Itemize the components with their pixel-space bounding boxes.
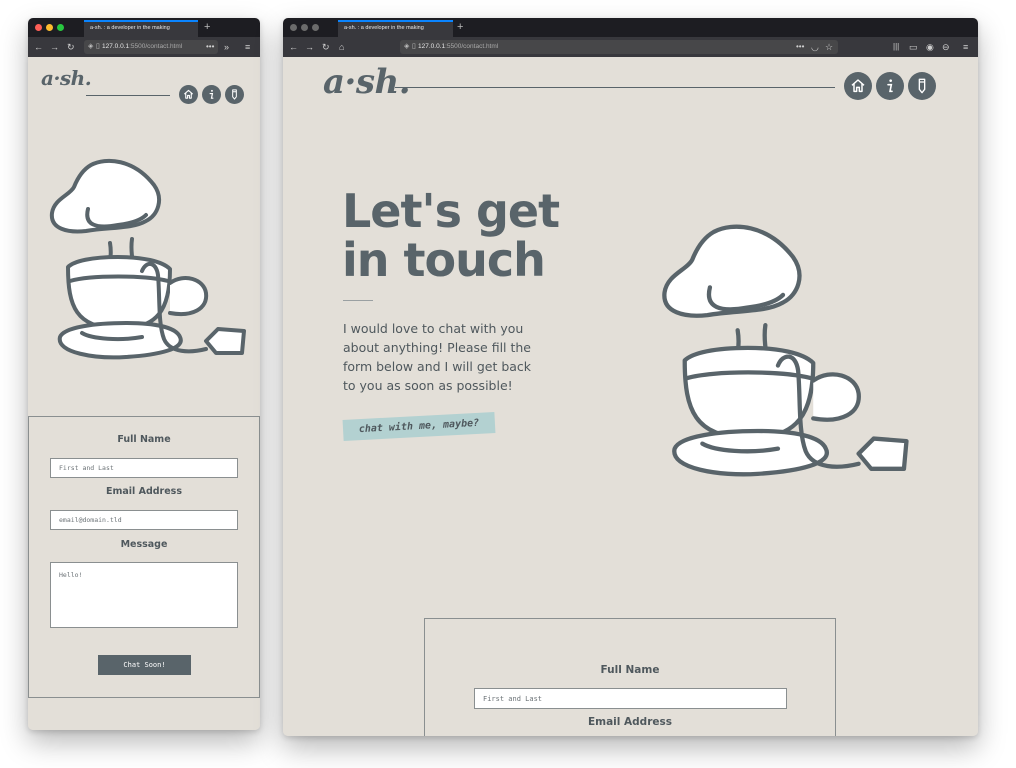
tab-bar: a-sh. : a developer in the making + <box>28 18 260 37</box>
window-controls <box>35 24 64 31</box>
tab-bar: a-sh. : a developer in the making + <box>283 18 978 37</box>
shield-icon: ◈ <box>88 43 94 50</box>
name-input[interactable]: First and Last <box>474 688 787 709</box>
extension-icon[interactable]: ◉ <box>926 37 934 57</box>
zoom-light[interactable] <box>312 24 319 31</box>
page-content: a·sh. Full Name First and Last Email Add… <box>28 57 260 730</box>
message-textarea[interactable]: Hello! <box>50 562 238 628</box>
title-divider <box>343 300 373 301</box>
teacup-illustration <box>662 224 909 477</box>
page-icon: ▯ <box>412 43 416 50</box>
back-icon[interactable]: ← <box>34 37 43 57</box>
nav-contact-button[interactable] <box>225 85 244 104</box>
contact-form: Full Name First and Last Email Address e… <box>28 416 260 698</box>
back-icon[interactable]: ← <box>289 37 298 57</box>
zoom-light[interactable] <box>57 24 64 31</box>
home-nav-icon[interactable]: ⌂ <box>339 37 344 57</box>
menu-icon[interactable]: ≡ <box>245 37 250 57</box>
name-label: Full Name <box>600 664 660 676</box>
home-icon <box>184 89 193 99</box>
nav-contact-button[interactable] <box>908 72 936 100</box>
nav-info-button[interactable] <box>876 72 904 100</box>
site-logo[interactable]: a·sh. <box>41 66 92 90</box>
contact-form: Full Name First and Last Email Address <box>424 618 836 736</box>
page-title: Let's get in touch <box>342 184 560 287</box>
name-label: Full Name <box>117 434 171 445</box>
pencil-icon <box>232 89 237 100</box>
more-icon[interactable]: ••• <box>206 37 214 57</box>
close-light[interactable] <box>290 24 297 31</box>
info-icon <box>209 89 214 99</box>
browser-window-desktop: a-sh. : a developer in the making + ← → … <box>283 18 978 736</box>
email-label: Email Address <box>587 716 672 728</box>
account-icon[interactable]: ⊖ <box>942 37 950 57</box>
url-bar[interactable]: ◈ ▯ 127.0.0.1:5500/contact.html <box>84 40 218 54</box>
info-icon <box>887 79 893 93</box>
library-icon[interactable]: ||| <box>893 37 899 57</box>
browser-window-mobile: a-sh. : a developer in the making + ← → … <box>28 18 260 730</box>
url-bar[interactable]: ◈ ▯ 127.0.0.1:5500/contact.html <box>400 40 838 54</box>
page-content: a·sh. Let's get in touch I would love to… <box>283 57 978 736</box>
sidebar-icon[interactable]: ▭ <box>909 37 918 57</box>
more-icon[interactable]: ••• <box>796 37 804 57</box>
site-logo[interactable]: a·sh. <box>323 62 411 102</box>
nav-bar: ← → ↻ ⌂ ◈ ▯ 127.0.0.1:5500/contact.html … <box>283 37 978 57</box>
header-rule <box>395 87 835 88</box>
header-rule <box>86 95 170 96</box>
email-input[interactable]: email@domain.tld <box>50 510 238 530</box>
message-label: Message <box>120 539 168 550</box>
window-controls <box>290 24 319 31</box>
email-label: Email Address <box>105 486 182 497</box>
tab-contact[interactable]: a-sh. : a developer in the making <box>338 20 453 37</box>
shield-icon: ◈ <box>404 43 410 50</box>
intro-text: I would love to chat with you about anyt… <box>343 321 532 393</box>
nav-info-button[interactable] <box>202 85 221 104</box>
menu-icon[interactable]: ≡ <box>963 37 968 57</box>
pencil-icon <box>918 78 926 94</box>
page-icon: ▯ <box>96 43 100 50</box>
reload-icon[interactable]: ↻ <box>67 37 75 57</box>
close-light[interactable] <box>35 24 42 31</box>
reload-icon[interactable]: ↻ <box>322 37 330 57</box>
nav-home-button[interactable] <box>844 72 872 100</box>
name-input[interactable]: First and Last <box>50 458 238 478</box>
new-tab-icon[interactable]: + <box>204 20 210 35</box>
overflow-icon[interactable]: » <box>224 37 229 57</box>
minimize-light[interactable] <box>301 24 308 31</box>
nav-bar: ← → ↻ ◈ ▯ 127.0.0.1:5500/contact.html ••… <box>28 37 260 57</box>
submit-button[interactable]: Chat Soon! <box>98 655 191 675</box>
forward-icon[interactable]: → <box>305 37 314 57</box>
tab-contact[interactable]: a-sh. : a developer in the making <box>84 20 198 37</box>
teacup-illustration <box>49 158 246 360</box>
forward-icon[interactable]: → <box>50 37 59 57</box>
minimize-light[interactable] <box>46 24 53 31</box>
bookmark-star-icon[interactable]: ☆ <box>825 37 833 57</box>
home-icon <box>851 79 865 93</box>
pocket-icon[interactable]: ◡ <box>811 37 819 57</box>
nav-home-button[interactable] <box>179 85 198 104</box>
new-tab-icon[interactable]: + <box>457 20 463 35</box>
chat-tag[interactable]: chat with me, maybe? <box>342 412 496 441</box>
